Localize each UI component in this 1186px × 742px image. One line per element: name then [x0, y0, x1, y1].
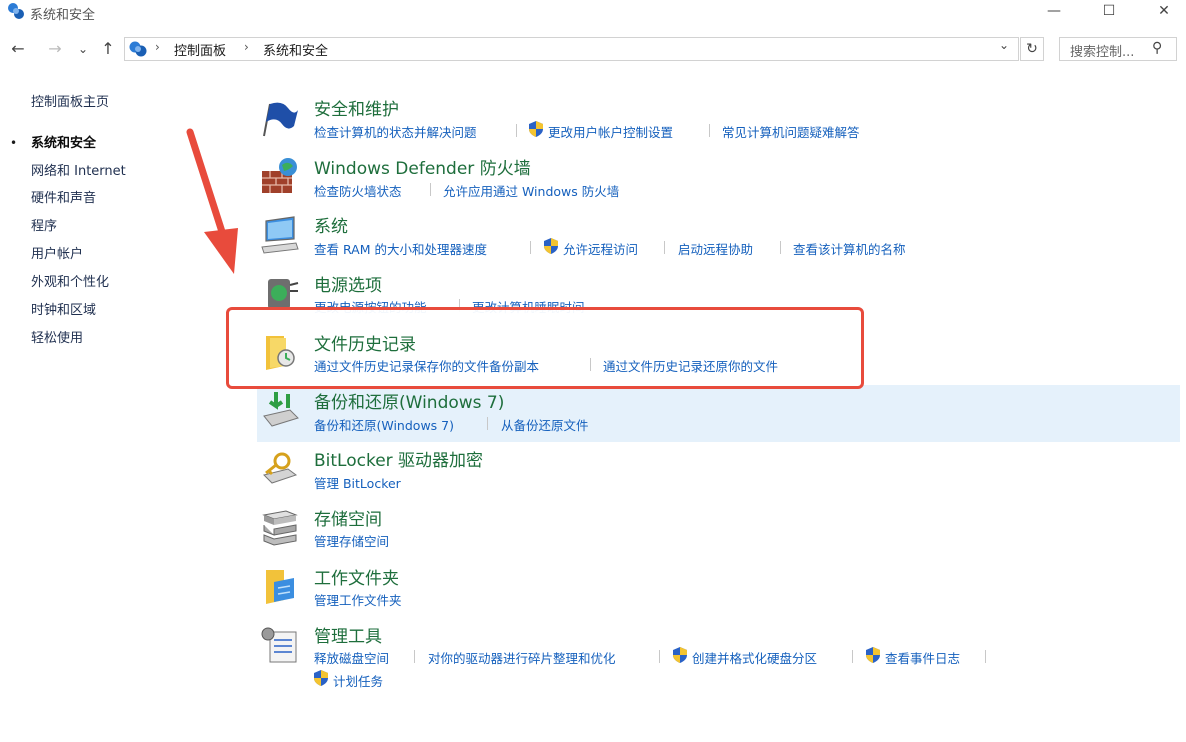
title-bar — [0, 0, 1186, 26]
link-ram-speed[interactable]: 查看 RAM 的大小和处理器速度 — [314, 239, 487, 258]
category-title-system[interactable]: 系统 — [314, 212, 348, 237]
category-title-admin-tools[interactable]: 管理工具 — [314, 622, 382, 647]
breadcrumb-separator: › — [155, 40, 160, 54]
link-separator — [530, 241, 531, 254]
forward-button[interactable]: → — [44, 38, 66, 60]
link-create-format-partitions[interactable]: 创建并格式化硬盘分区 — [692, 648, 817, 667]
maximize-button[interactable]: ☐ — [1086, 0, 1132, 24]
address-dropdown-icon[interactable]: ⌄ — [999, 38, 1009, 52]
annotation-arrow — [186, 128, 238, 274]
sidebar-item-clock-region[interactable]: 时钟和区域 — [31, 299, 96, 318]
sidebar-item-hardware[interactable]: 硬件和声音 — [31, 187, 96, 206]
link-check-status[interactable]: 检查计算机的状态并解决问题 — [314, 122, 477, 141]
link-restore-files[interactable]: 通过文件历史记录还原你的文件 — [603, 356, 778, 375]
link-computer-name[interactable]: 查看该计算机的名称 — [793, 239, 906, 258]
link-remote-assistance[interactable]: 启动远程协助 — [678, 239, 753, 258]
recent-locations-button[interactable]: ⌄ — [72, 38, 94, 60]
link-disk-cleanup[interactable]: 释放磁盘空间 — [314, 648, 389, 667]
uac-shield-icon — [529, 121, 543, 137]
link-separator — [590, 358, 591, 371]
category-title-backup-restore[interactable]: 备份和还原(Windows 7) — [314, 388, 504, 413]
link-restore-from-backup[interactable]: 从备份还原文件 — [501, 415, 589, 434]
breadcrumb-separator: › — [244, 40, 249, 54]
link-defragment[interactable]: 对你的驱动器进行碎片整理和优化 — [428, 648, 616, 667]
link-allow-remote-access[interactable]: 允许远程访问 — [563, 239, 638, 258]
link-uac-settings[interactable]: 更改用户帐户控制设置 — [548, 122, 673, 141]
back-button[interactable]: ← — [7, 38, 29, 60]
category-title-bitlocker[interactable]: BitLocker 驱动器加密 — [314, 446, 483, 471]
link-separator — [852, 650, 853, 663]
refresh-button[interactable]: ↻ — [1020, 37, 1044, 61]
link-separator — [430, 183, 431, 196]
link-separator — [414, 650, 415, 663]
breadcrumb-system-security[interactable]: 系统和安全 — [263, 40, 328, 59]
link-troubleshoot[interactable]: 常见计算机问题疑难解答 — [722, 122, 860, 141]
link-backup-restore[interactable]: 备份和还原(Windows 7) — [314, 415, 454, 434]
sidebar-item-system-security[interactable]: 系统和安全 — [31, 132, 96, 151]
category-title-file-history[interactable]: 文件历史记录 — [314, 330, 416, 355]
sidebar-item-user-accounts[interactable]: 用户帐户 — [31, 243, 83, 262]
sidebar-item-network[interactable]: 网络和 Internet — [31, 160, 126, 179]
flag-icon — [263, 102, 298, 137]
bitlocker-icon — [263, 452, 298, 484]
uac-shield-icon — [544, 238, 558, 254]
storage-icon — [262, 510, 298, 546]
address-bar[interactable] — [124, 37, 1019, 61]
work-folders-icon — [266, 570, 294, 604]
backup-icon — [263, 392, 299, 427]
window-title: 系统和安全 — [30, 8, 96, 23]
link-separator — [659, 650, 660, 663]
search-icon[interactable]: ⚲ — [1152, 40, 1162, 56]
link-manage-work-folders[interactable]: 管理工作文件夹 — [314, 590, 402, 609]
up-button[interactable]: ↑ — [97, 38, 119, 60]
link-separator — [985, 650, 986, 663]
category-title-work-folders[interactable]: 工作文件夹 — [314, 564, 399, 589]
link-separator — [664, 241, 665, 254]
sidebar-item-programs[interactable]: 程序 — [31, 215, 57, 234]
category-title-security-maintenance[interactable]: 安全和维护 — [314, 95, 399, 120]
breadcrumb-control-panel[interactable]: 控制面板 — [174, 40, 226, 59]
category-title-storage-spaces[interactable]: 存储空间 — [314, 505, 382, 530]
link-manage-storage-spaces[interactable]: 管理存储空间 — [314, 531, 389, 550]
link-firewall-status[interactable]: 检查防火墙状态 — [314, 181, 402, 200]
computer-icon — [261, 216, 299, 254]
control-panel-icon — [8, 3, 24, 19]
close-button[interactable]: ✕ — [1141, 0, 1186, 24]
link-schedule-tasks[interactable]: 计划任务 — [333, 671, 383, 690]
minimize-button[interactable]: — — [1031, 0, 1077, 24]
uac-shield-icon — [314, 670, 328, 686]
uac-shield-icon — [866, 647, 880, 663]
link-separator — [487, 417, 488, 430]
sidebar-home-link[interactable]: 控制面板主页 — [31, 91, 109, 110]
uac-shield-icon — [673, 647, 687, 663]
category-title-firewall[interactable]: Windows Defender 防火墙 — [314, 154, 531, 179]
link-separator — [709, 124, 710, 137]
file-history-icon — [266, 336, 295, 370]
link-separator — [516, 124, 517, 137]
firewall-icon — [262, 158, 297, 193]
link-manage-bitlocker[interactable]: 管理 BitLocker — [314, 473, 401, 492]
admin-tools-icon — [261, 627, 297, 663]
search-placeholder: 搜索控制... — [1070, 45, 1135, 60]
link-separator — [780, 241, 781, 254]
link-save-backup-copies[interactable]: 通过文件历史记录保存你的文件备份副本 — [314, 356, 539, 375]
sidebar-item-appearance[interactable]: 外观和个性化 — [31, 271, 109, 290]
link-allow-app-firewall[interactable]: 允许应用通过 Windows 防火墙 — [443, 181, 619, 200]
category-title-power[interactable]: 电源选项 — [314, 271, 382, 296]
sidebar-item-ease-of-access[interactable]: 轻松使用 — [31, 327, 83, 346]
control-panel-icon — [129, 41, 147, 57]
current-item-bullet: • — [10, 136, 18, 150]
link-event-logs[interactable]: 查看事件日志 — [885, 648, 960, 667]
